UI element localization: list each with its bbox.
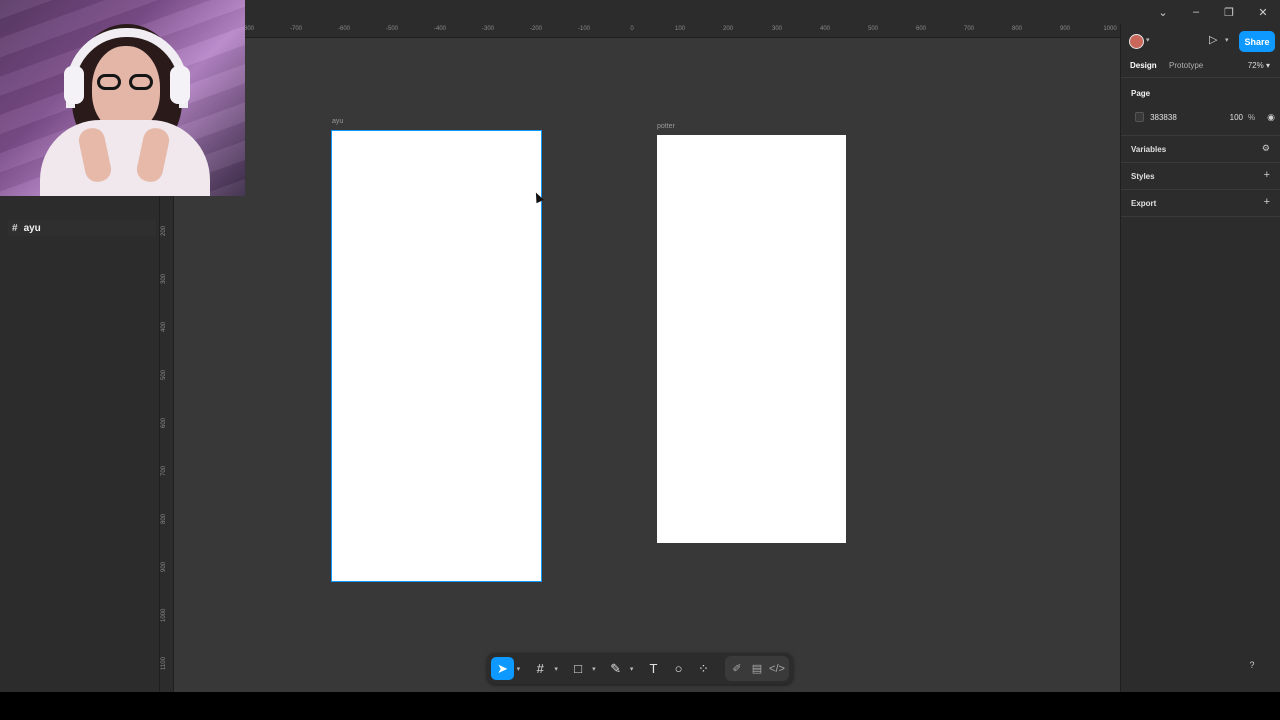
ruler-tick: 200	[161, 225, 167, 236]
avatar[interactable]	[1129, 34, 1144, 49]
opacity-unit: %	[1248, 112, 1256, 122]
ruler-tick: 100	[674, 26, 686, 32]
properties-panel: ▾ ▷ ▾ Share Design Prototype 72% ▾ Page …	[1120, 24, 1280, 692]
frame-ayu[interactable]	[331, 130, 542, 582]
ruler-tick: 600	[915, 26, 927, 32]
page-color-row[interactable]: 383838 100 % ◉	[1131, 109, 1275, 125]
webcam-overlay	[0, 0, 245, 196]
ruler-tick: 700	[963, 26, 975, 32]
help-button[interactable]: ?	[1244, 657, 1260, 673]
chevron-down-icon[interactable]: ⌄	[1154, 4, 1172, 20]
ruler-tick: 500	[867, 26, 879, 32]
letterbox-bar	[0, 692, 1280, 720]
ruler-tick: 200	[722, 26, 734, 32]
mode-switcher: ✐ ▤ </>	[725, 656, 789, 681]
headset-ear-right	[170, 66, 190, 104]
draw-mode-icon[interactable]: ✐	[728, 657, 746, 680]
headset-ear-left	[64, 66, 84, 104]
present-play-icon[interactable]: ▷	[1209, 33, 1217, 46]
chevron-down-icon[interactable]: ▾	[1146, 36, 1150, 44]
variables-section-label[interactable]: Variables	[1131, 145, 1166, 154]
frame-icon: #	[12, 222, 18, 234]
ruler-tick: 800	[161, 513, 167, 524]
divider	[1121, 189, 1280, 190]
page-section-title: Page	[1131, 89, 1151, 98]
page-opacity-input[interactable]: 100	[1225, 113, 1243, 122]
ruler-tick: -500	[385, 26, 399, 32]
text-tool-icon[interactable]: T	[642, 657, 665, 680]
tab-prototype[interactable]: Prototype	[1169, 61, 1203, 70]
ruler-tick: 300	[161, 273, 167, 284]
frame-label-potter[interactable]: potter	[657, 123, 675, 130]
bottom-toolbar: ➤ ▾ # ▾ □ ▾ ✎ ▾ T ○ ⁘ ✐ ▤ </>	[487, 653, 793, 684]
divider	[1121, 216, 1280, 217]
ruler-tick: 900	[1059, 26, 1071, 32]
divider	[1121, 77, 1280, 78]
chevron-down-icon[interactable]: ▾	[516, 665, 521, 673]
move-tool-icon[interactable]: ➤	[491, 657, 514, 680]
zoom-level: 72%	[1247, 61, 1264, 70]
color-swatch[interactable]	[1135, 112, 1145, 122]
variables-settings-icon[interactable]: ⚙	[1262, 143, 1270, 154]
ruler-tick: -400	[433, 26, 447, 32]
ruler-tick: 400	[161, 321, 167, 332]
eye-icon[interactable]: ◉	[1267, 112, 1275, 123]
chevron-down-icon[interactable]: ▾	[592, 665, 597, 673]
chevron-down-icon[interactable]: ▾	[629, 665, 634, 673]
ruler-tick: 800	[1011, 26, 1023, 32]
page-color-hex-input[interactable]: 383838	[1150, 113, 1201, 122]
share-button[interactable]: Share	[1239, 31, 1275, 52]
chevron-down-icon[interactable]: ▾	[554, 665, 559, 673]
webcam-person-hoodie	[40, 120, 210, 196]
ruler-tick: 600	[161, 417, 167, 428]
ruler-tick: 0	[630, 26, 634, 32]
close-icon[interactable]: ✕	[1254, 4, 1272, 20]
tab-design[interactable]: Design	[1130, 61, 1157, 70]
minimize-icon[interactable]: –	[1187, 4, 1205, 20]
restore-icon[interactable]: ❐	[1220, 4, 1238, 20]
ruler-tick: -600	[337, 26, 351, 32]
ruler-tick: 500	[161, 369, 167, 380]
divider	[1121, 162, 1280, 163]
design-canvas[interactable]: ayu potter	[174, 38, 1120, 692]
frame-tool-icon[interactable]: #	[529, 657, 552, 680]
ruler-tick: -700	[289, 26, 303, 32]
ruler-tick: 1000	[161, 608, 167, 622]
ruler-tick: 900	[161, 561, 167, 572]
design-mode-icon[interactable]: ▤	[748, 657, 766, 680]
export-section-label[interactable]: Export	[1131, 199, 1156, 208]
frame-label-ayu[interactable]: ayu	[332, 118, 343, 125]
horizontal-ruler: -800 -700 -600 -500 -400 -300 -200 -100 …	[160, 24, 1120, 38]
dev-mode-icon[interactable]: </>	[768, 657, 786, 680]
rectangle-tool-icon[interactable]: □	[567, 657, 590, 680]
add-export-icon[interactable]: +	[1264, 196, 1270, 208]
layer-item-ayu[interactable]: # ayu	[8, 220, 156, 236]
layer-label: ayu	[23, 222, 41, 234]
ruler-tick: -200	[529, 26, 543, 32]
ruler-tick: 700	[161, 465, 167, 476]
actions-tool-icon[interactable]: ⁘	[692, 657, 715, 680]
ruler-tick: -300	[481, 26, 495, 32]
ruler-tick: 1100	[161, 657, 167, 670]
ruler-tick: -100	[577, 26, 591, 32]
ruler-tick: 1000	[1103, 26, 1117, 32]
zoom-dropdown[interactable]: 72% ▾	[1248, 61, 1270, 70]
ruler-tick: 400	[819, 26, 831, 32]
ruler-tick: 300	[771, 26, 783, 32]
pen-tool-icon[interactable]: ✎	[604, 657, 627, 680]
chevron-down-icon[interactable]: ▾	[1225, 36, 1229, 44]
panel-tabs: Design Prototype 72% ▾	[1121, 57, 1280, 75]
divider	[1121, 135, 1280, 136]
add-style-icon[interactable]: +	[1264, 169, 1270, 181]
frame-potter[interactable]	[657, 135, 846, 543]
comment-tool-icon[interactable]: ○	[667, 657, 690, 680]
styles-section-label[interactable]: Styles	[1131, 172, 1155, 181]
